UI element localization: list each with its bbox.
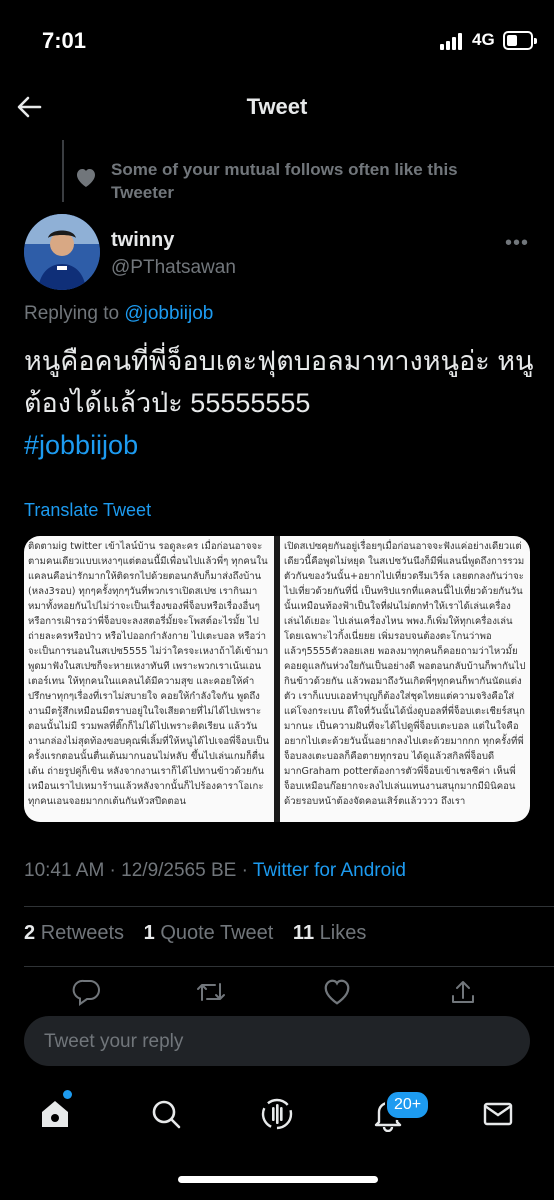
author-handle[interactable]: @PThatsawan	[111, 257, 236, 279]
mail-icon[interactable]	[480, 1096, 516, 1132]
retweets-count: 2	[24, 922, 36, 944]
notifications-badge: 20+	[385, 1090, 431, 1120]
status-bar: 7:01 4G	[0, 0, 554, 80]
hashtag-link[interactable]: #jobbiijob	[24, 430, 138, 460]
search-icon[interactable]	[148, 1096, 184, 1132]
network-label: 4G	[472, 30, 495, 49]
quotes-count: 1	[143, 922, 155, 944]
tweet-actions	[0, 978, 554, 1008]
tweet-timestamp: 10:41 AM · 12/9/2565 BE ·	[24, 860, 253, 881]
signal-icon	[440, 32, 466, 50]
likes-stat[interactable]: 11 Likes	[293, 922, 366, 944]
home-unread-dot	[63, 1090, 72, 1099]
retweet-icon[interactable]	[195, 978, 227, 1006]
reply-mention-link[interactable]: @jobbiijob	[124, 303, 213, 324]
more-icon[interactable]: •••	[505, 232, 529, 255]
retweets-stat[interactable]: 2 Retweets	[24, 922, 124, 944]
reply-icon[interactable]	[72, 978, 104, 1006]
media-image-left[interactable]: ติดตามig twitter เข้าไลน์บ้าน รอดูละคร เ…	[24, 536, 274, 822]
divider	[24, 906, 554, 907]
reply-composer	[24, 1016, 530, 1068]
heart-icon	[74, 166, 100, 190]
thread-line	[62, 140, 64, 202]
author-name[interactable]: twinny	[111, 229, 174, 252]
tweet-stats: 2 Retweets 1 Quote Tweet 11 Likes	[24, 922, 366, 945]
quotes-label: Quote Tweet	[160, 922, 274, 944]
tweet-meta: 10:41 AM · 12/9/2565 BE · Twitter for An…	[24, 860, 406, 882]
tweet-text: หนูคือคนที่พี่จ็อบเตะฟุตบอลมาทางหนูอ่ะ ห…	[24, 340, 534, 466]
status-time: 7:01	[42, 28, 87, 53]
translate-tweet-link[interactable]: Translate Tweet	[24, 500, 151, 521]
replying-to: Replying to @jobbiijob	[24, 303, 213, 325]
quotes-stat[interactable]: 1 Quote Tweet	[144, 922, 274, 944]
home-indicator	[178, 1176, 378, 1183]
bottom-tab-bar	[0, 1080, 554, 1152]
tweet-body: หนูคือคนที่พี่จ็อบเตะฟุตบอลมาทางหนูอ่ะ ห…	[24, 346, 534, 418]
spaces-icon[interactable]	[259, 1096, 295, 1132]
likes-count: 11	[292, 922, 315, 944]
tweet-media[interactable]: ติดตามig twitter เข้าไลน์บ้าน รอดูละคร เ…	[24, 536, 530, 822]
reply-input[interactable]	[42, 1016, 516, 1068]
avatar[interactable]	[24, 214, 100, 290]
page-title: Tweet	[246, 94, 308, 119]
replying-prefix: Replying to	[24, 303, 125, 324]
retweets-label: Retweets	[40, 922, 125, 944]
likes-label: Likes	[319, 922, 367, 944]
home-icon[interactable]	[37, 1096, 73, 1132]
divider	[24, 966, 554, 967]
like-icon[interactable]	[322, 978, 354, 1006]
battery-icon	[503, 31, 537, 50]
tweet-source-link[interactable]: Twitter for Android	[253, 860, 406, 881]
media-image-right[interactable]: เปิดสเปซคุยกันอยู่เรื่อยๆเมื่อก่อนอาจจะฟ…	[280, 536, 530, 822]
social-context: Some of your mutual follows often like t…	[111, 160, 458, 202]
share-icon[interactable]	[448, 978, 480, 1006]
top-nav: Tweet	[0, 80, 554, 136]
